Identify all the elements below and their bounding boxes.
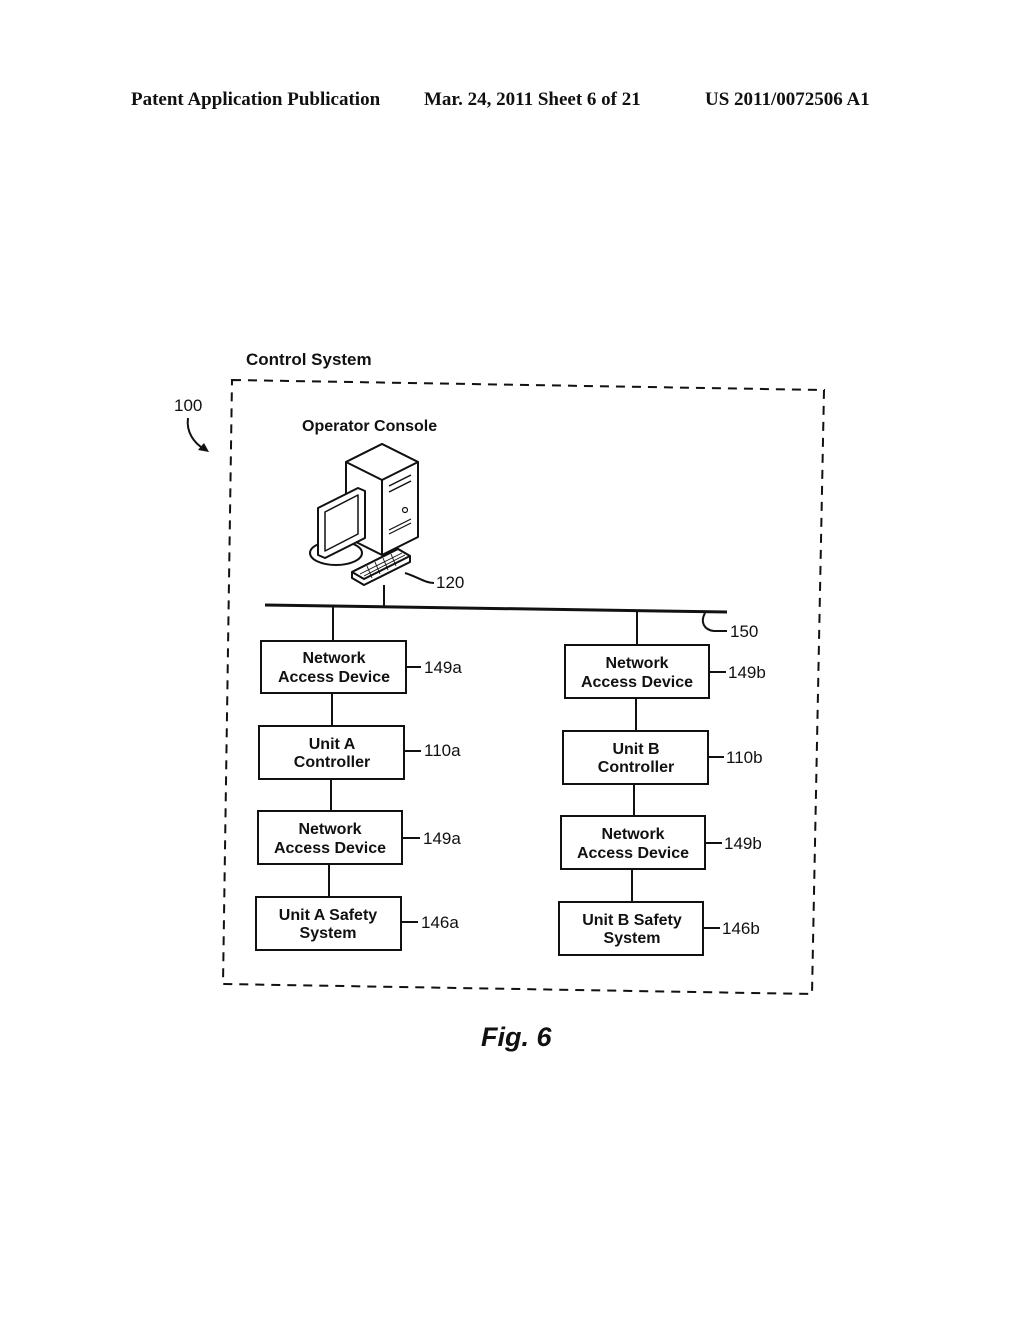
- operator-console-label: Operator Console: [302, 418, 437, 435]
- unit-a-safety-system-block: Unit A Safety System 146a: [255, 896, 459, 951]
- svg-text:Network: Network: [601, 826, 664, 843]
- unit-b-safety-system-block: Unit B Safety System 146b: [558, 901, 760, 956]
- computer-workstation-icon: [309, 443, 419, 586]
- block-ref-number: 149b: [728, 663, 766, 682]
- svg-text:Unit A: Unit A: [309, 736, 356, 753]
- svg-text:Access Device: Access Device: [274, 840, 386, 857]
- control-system-diagram: Control System 100 Operator Console 120 …: [174, 350, 826, 996]
- control-system-label: Control System: [246, 350, 372, 369]
- block-ref-number: 146b: [722, 919, 760, 938]
- console-ref-number: 120: [436, 573, 464, 592]
- network-access-device-block: Network Access Device 149a: [260, 640, 462, 694]
- network-access-device-block: Network Access Device 149a: [257, 810, 461, 865]
- svg-text:Unit B: Unit B: [612, 741, 659, 758]
- unit-a-column: Network Access Device 149a Unit A Contro…: [255, 606, 462, 951]
- network-access-device-block: Network Access Device 149b: [560, 815, 762, 870]
- figure-caption: Fig. 6: [481, 1022, 552, 1052]
- block-ref-number: 149b: [724, 834, 762, 853]
- block-ref-number: 149a: [423, 829, 461, 848]
- system-ref-leader: [186, 417, 205, 450]
- svg-text:Unit B Safety: Unit B Safety: [582, 912, 682, 929]
- svg-text:Controller: Controller: [598, 759, 674, 776]
- unit-b-controller-block: Unit B Controller 110b: [562, 730, 763, 785]
- svg-text:Network: Network: [298, 821, 361, 838]
- svg-text:Access Device: Access Device: [278, 669, 390, 686]
- arrowhead-icon: [198, 443, 209, 452]
- svg-text:Access Device: Access Device: [581, 674, 693, 691]
- block-ref-number: 149a: [424, 658, 462, 677]
- svg-text:Unit A Safety: Unit A Safety: [279, 907, 377, 924]
- console-ref-leader: [404, 572, 435, 584]
- svg-text:System: System: [300, 925, 357, 942]
- svg-text:Access Device: Access Device: [577, 845, 689, 862]
- system-ref-number: 100: [174, 396, 202, 415]
- svg-text:System: System: [604, 930, 661, 947]
- block-ref-number: 110a: [424, 741, 461, 760]
- svg-text:Controller: Controller: [294, 754, 370, 771]
- bus-ref-leader: [701, 612, 727, 632]
- network-bus-line: [264, 603, 728, 614]
- network-access-device-block: Network Access Device 149b: [564, 644, 766, 699]
- svg-text:Network: Network: [605, 655, 668, 672]
- bus-ref-number: 150: [730, 622, 758, 641]
- unit-a-controller-block: Unit A Controller 110a: [258, 725, 461, 780]
- block-ref-number: 110b: [726, 748, 763, 767]
- unit-b-column: Network Access Device 149b Unit B Contro…: [558, 612, 766, 956]
- block-ref-number: 146a: [421, 913, 459, 932]
- svg-text:Network: Network: [302, 650, 365, 667]
